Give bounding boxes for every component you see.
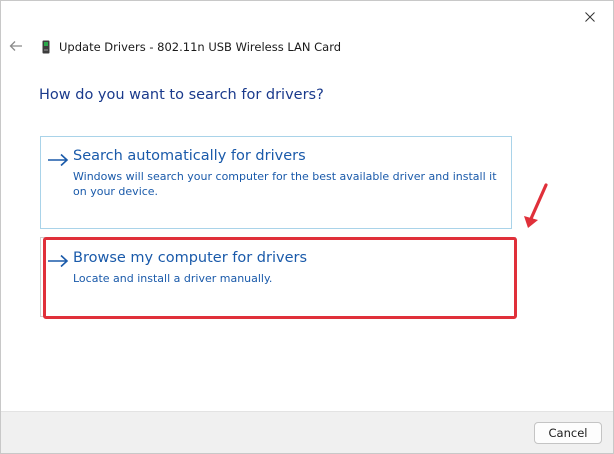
option-title: Search automatically for drivers [73,148,306,164]
close-button[interactable] [567,1,613,33]
title-row: Update Drivers - 802.11n USB Wireless LA… [39,38,341,56]
window-title: Update Drivers - 802.11n USB Wireless LA… [59,40,342,54]
right-arrow-icon [48,153,69,167]
close-icon [585,12,595,22]
back-button[interactable] [7,37,25,55]
device-icon [39,39,53,55]
option-description: Windows will search your computer for th… [73,170,497,198]
option-title: Browse my computer for drivers [73,250,308,266]
browse-computer-option[interactable]: Browse my computer for drivers Locate an… [40,237,516,317]
red-annotation-arrow [524,183,548,228]
right-arrow-icon [48,254,69,268]
update-drivers-window: Update Drivers - 802.11n USB Wireless LA… [0,0,614,454]
cancel-button[interactable]: Cancel [534,422,602,444]
option-description: Locate and install a driver manually. [73,272,273,285]
search-automatically-option[interactable]: Search automatically for drivers Windows… [40,136,512,229]
page-heading: How do you want to search for drivers? [39,87,324,103]
back-arrow-icon [9,41,22,51]
dialog-footer: Cancel [1,411,613,453]
